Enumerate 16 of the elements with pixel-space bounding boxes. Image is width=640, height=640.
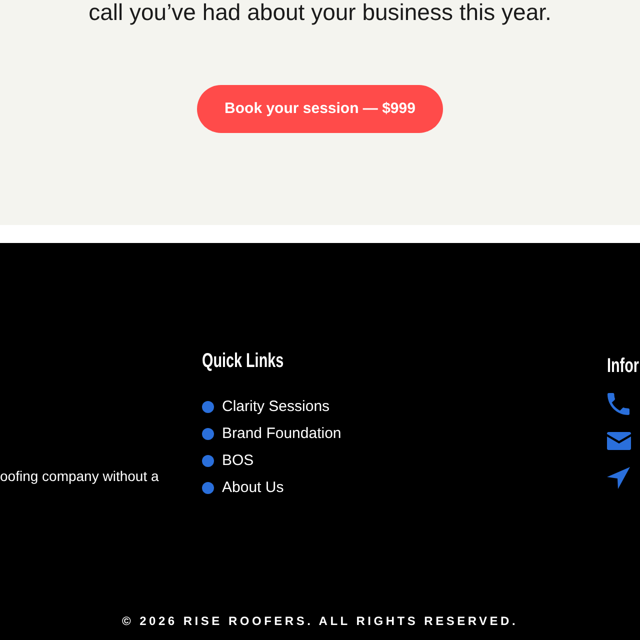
bullet-dot-icon [202, 428, 214, 440]
about-text: oofing company without a [0, 467, 159, 486]
quick-link[interactable]: Brand Foundation [222, 424, 342, 444]
info-heading: Infor [607, 354, 639, 379]
quick-link[interactable]: BOS [222, 450, 254, 470]
quick-link[interactable]: About Us [222, 478, 284, 498]
bullet-dot-icon [202, 482, 214, 494]
cta-text: call you’ve had about your business this year. [88, 0, 552, 25]
quick-link[interactable]: Clarity Sessions [222, 396, 330, 416]
phone-icon [607, 393, 630, 415]
copyright-text: © 2026 RISE ROOFERS. ALL RIGHTS RESERVED. [122, 613, 518, 629]
location-arrow-icon [607, 467, 630, 489]
quick-links-heading: Quick Links [202, 349, 284, 374]
bullet-dot-icon [202, 400, 214, 412]
bullet-dot-icon [202, 454, 214, 466]
envelope-icon [607, 432, 631, 450]
